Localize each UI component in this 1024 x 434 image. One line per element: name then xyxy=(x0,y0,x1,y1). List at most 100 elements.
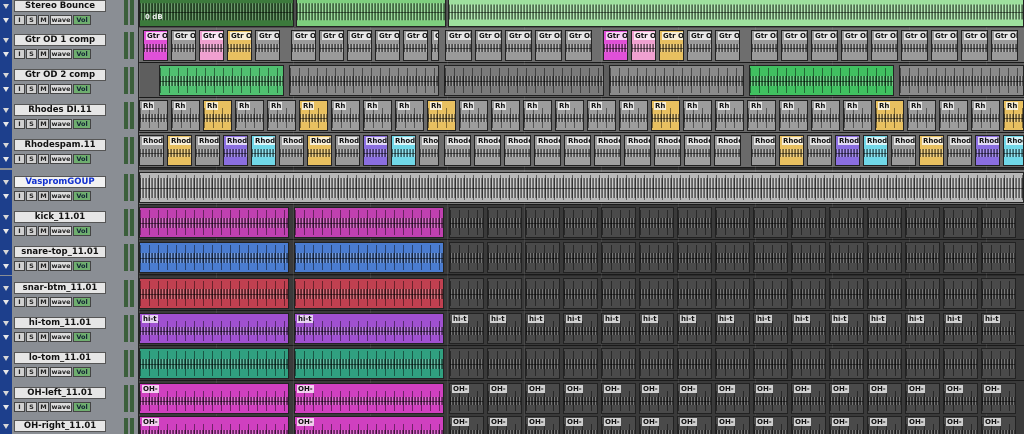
track-header[interactable]: VaspromGOUP I S Mwave Vol xyxy=(0,170,138,205)
track-view-selector[interactable]: wave xyxy=(50,332,72,342)
audio-clip[interactable]: Gtr Ol xyxy=(871,30,898,61)
audio-clip[interactable]: OH- xyxy=(715,383,750,414)
playlist-triangle-icon[interactable] xyxy=(3,335,9,340)
audio-clip[interactable] xyxy=(899,65,1024,96)
solo-button[interactable]: S xyxy=(26,297,37,307)
audio-clip[interactable]: Rhode xyxy=(947,135,972,166)
audio-clip[interactable]: Gtr Ol xyxy=(475,30,502,61)
track-header[interactable]: Rhodespam.11 I S Mwave Vol xyxy=(0,133,138,168)
audio-clip[interactable]: Rhode xyxy=(139,135,164,166)
track-name[interactable]: Rhodes DI.11 xyxy=(14,104,106,116)
expand-triangle-icon[interactable] xyxy=(3,73,9,78)
audio-clip[interactable]: Rhode xyxy=(251,135,276,166)
audio-clip[interactable]: Rhode xyxy=(307,135,332,166)
audio-clip[interactable] xyxy=(677,278,712,309)
audio-clip[interactable] xyxy=(715,278,750,309)
audio-clip[interactable]: Rh xyxy=(203,100,232,131)
audio-clip[interactable]: OH- xyxy=(943,416,978,434)
audio-clip[interactable] xyxy=(449,207,484,238)
audio-clip[interactable]: OH- xyxy=(639,416,674,434)
playlist-triangle-icon[interactable] xyxy=(3,264,9,269)
track-name[interactable]: hi-tom_11.01 xyxy=(14,317,106,329)
audio-clip[interactable] xyxy=(563,348,598,379)
audio-clip[interactable]: Rh xyxy=(395,100,424,131)
audio-clip[interactable]: Rhode xyxy=(751,135,776,166)
audio-clip[interactable]: OH- xyxy=(449,383,484,414)
audio-clip[interactable]: OH- xyxy=(487,416,522,434)
track-view-selector[interactable]: wave xyxy=(50,367,72,377)
audio-clip[interactable]: Gtr Ol xyxy=(991,30,1018,61)
audio-clip[interactable] xyxy=(981,278,1016,309)
mute-button[interactable]: M xyxy=(38,261,49,271)
audio-clip[interactable] xyxy=(677,207,712,238)
track-header[interactable]: snare-top_11.01 I S Mwave Vol xyxy=(0,240,138,275)
audio-clip[interactable] xyxy=(867,348,902,379)
audio-clip[interactable]: Rh xyxy=(971,100,1000,131)
audio-clip[interactable] xyxy=(905,242,940,273)
audio-clip[interactable]: Rhode xyxy=(534,135,561,166)
track-header[interactable]: OH-left_11.01 I S Mwave Vol xyxy=(0,381,138,416)
audio-clip[interactable]: Rhode xyxy=(504,135,531,166)
audio-clip[interactable]: Rh xyxy=(811,100,840,131)
track-header[interactable]: kick_11.01 I S Mwave Vol xyxy=(0,205,138,240)
audio-clip[interactable] xyxy=(981,242,1016,273)
audio-clip[interactable]: hi-t xyxy=(829,313,864,344)
audio-clip[interactable] xyxy=(677,242,712,273)
audio-clip[interactable]: Gtr Ol xyxy=(445,30,472,61)
audio-clip[interactable]: Rhode xyxy=(363,135,388,166)
audio-clip[interactable]: OH- xyxy=(563,383,598,414)
audio-clip[interactable] xyxy=(829,348,864,379)
audio-clip[interactable]: hi-t xyxy=(905,313,940,344)
audio-clip[interactable]: Rhode xyxy=(624,135,651,166)
volume-button[interactable]: Vol xyxy=(73,297,91,307)
audio-clip[interactable]: Rh xyxy=(235,100,264,131)
audio-clip[interactable] xyxy=(943,278,978,309)
audio-clip[interactable]: Gtr Ol xyxy=(403,30,428,61)
audio-clip[interactable]: hi-t xyxy=(525,313,560,344)
mute-button[interactable]: M xyxy=(38,119,49,129)
solo-button[interactable]: S xyxy=(26,84,37,94)
input-monitor-button[interactable]: I xyxy=(14,261,25,271)
audio-clip[interactable] xyxy=(444,65,604,96)
track-name[interactable]: OH-right_11.01 xyxy=(14,420,106,432)
audio-clip[interactable]: hi-t xyxy=(563,313,598,344)
solo-button[interactable]: S xyxy=(26,154,37,164)
input-monitor-button[interactable]: I xyxy=(14,154,25,164)
audio-clip[interactable]: OH- xyxy=(525,383,560,414)
expand-triangle-icon[interactable] xyxy=(3,143,9,148)
solo-button[interactable]: S xyxy=(26,332,37,342)
audio-clip[interactable]: Rhode xyxy=(919,135,944,166)
audio-clip[interactable]: OH- xyxy=(677,383,712,414)
audio-clip[interactable]: OH- xyxy=(981,416,1016,434)
input-monitor-button[interactable]: I xyxy=(14,367,25,377)
audio-clip[interactable] xyxy=(639,348,674,379)
audio-clip[interactable]: hi-t xyxy=(943,313,978,344)
audio-clip[interactable]: Gtr Ol xyxy=(781,30,808,61)
audio-clip[interactable]: hi-t xyxy=(601,313,636,344)
audio-clip[interactable]: Rh xyxy=(363,100,392,131)
audio-clip[interactable]: Rhode xyxy=(807,135,832,166)
audio-clip[interactable]: Gtr Ol xyxy=(841,30,868,61)
audio-clip[interactable]: OH- xyxy=(715,416,750,434)
audio-clip[interactable]: Gtr Ol xyxy=(319,30,344,61)
audio-clip[interactable] xyxy=(639,242,674,273)
audio-clip[interactable] xyxy=(791,278,826,309)
track-name[interactable]: Rhodespam.11 xyxy=(14,139,106,151)
mute-button[interactable]: M xyxy=(38,49,49,59)
audio-clip[interactable]: Rhode xyxy=(444,135,471,166)
audio-clip[interactable] xyxy=(753,348,788,379)
audio-clip[interactable] xyxy=(139,207,289,238)
volume-button[interactable]: Vol xyxy=(73,367,91,377)
audio-clip[interactable]: Gtr Ol xyxy=(227,30,252,61)
audio-clip[interactable] xyxy=(563,242,598,273)
audio-clip[interactable] xyxy=(449,278,484,309)
expand-triangle-icon[interactable] xyxy=(3,424,9,429)
audio-clip[interactable]: Gtr Ol xyxy=(291,30,316,61)
audio-clip[interactable] xyxy=(715,242,750,273)
audio-clip[interactable] xyxy=(905,207,940,238)
expand-triangle-icon[interactable] xyxy=(3,391,9,396)
audio-clip[interactable] xyxy=(294,348,444,379)
expand-triangle-icon[interactable] xyxy=(3,108,9,113)
audio-clip[interactable]: hi-t xyxy=(753,313,788,344)
audio-clip[interactable]: Rhode xyxy=(684,135,711,166)
